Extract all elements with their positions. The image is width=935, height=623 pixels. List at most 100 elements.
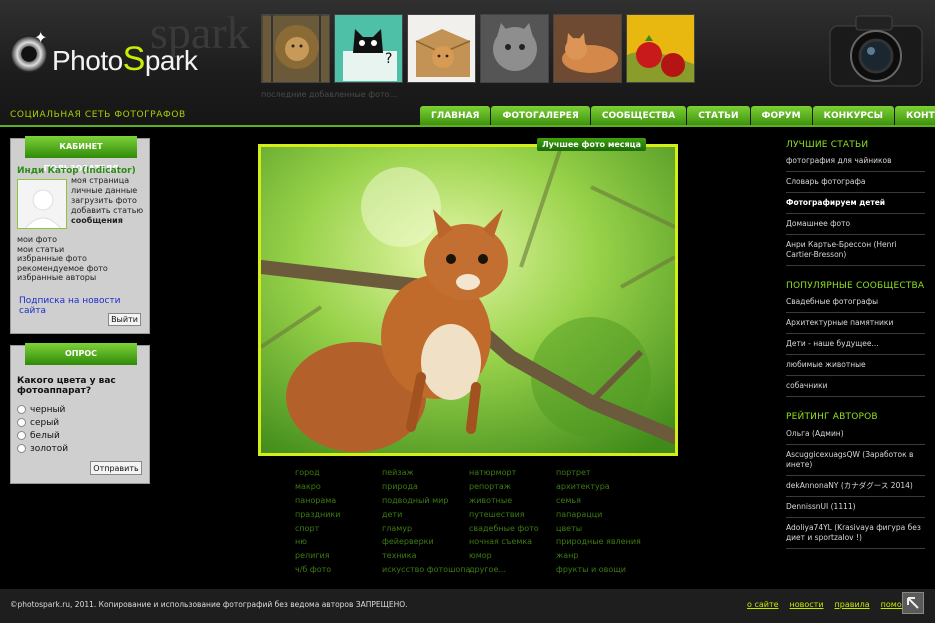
category-link[interactable]: техника	[382, 551, 469, 565]
category-links: город пейзаж натюрморт портрет макро при…	[295, 468, 643, 579]
squirrel-photo	[261, 147, 675, 453]
author-link[interactable]: DennissnUI (1111)	[786, 497, 925, 518]
category-link[interactable]: спорт	[295, 524, 382, 538]
user-name-link[interactable]: Инди Катор (Indicator)	[17, 166, 136, 176]
category-link[interactable]: папарацци	[556, 510, 643, 524]
author-link[interactable]: Adoliya74YL (Krasivaya фигура без диет и…	[786, 518, 925, 549]
category-link[interactable]: животные	[469, 496, 556, 510]
category-link[interactable]: подводный мир	[382, 496, 469, 510]
communities-list: Свадебные фотографы Архитектурные памятн…	[786, 292, 925, 397]
nav-tab-home[interactable]: ГЛАВНАЯ	[420, 106, 491, 126]
site-tagline: СОЦИАЛЬНАЯ СЕТЬ ФОТОГРАФОВ	[10, 110, 186, 120]
category-link[interactable]: натюрморт	[469, 468, 556, 482]
radio-button[interactable]	[17, 418, 26, 427]
category-link[interactable]: ч/б фото	[295, 565, 382, 579]
category-link[interactable]: макро	[295, 482, 382, 496]
category-link[interactable]: архитектура	[556, 482, 643, 496]
category-link[interactable]: природные явления	[556, 537, 643, 551]
copyright-text: ©photospark.ru, 2011. Копирование и испо…	[10, 600, 408, 609]
logout-button[interactable]: Выйти	[108, 313, 141, 326]
radio-button[interactable]	[17, 431, 26, 440]
logo-text: PhotoSpark	[52, 40, 198, 78]
nav-tab-forum[interactable]: ФОРУМ	[750, 106, 812, 126]
category-link[interactable]: цветы	[556, 524, 643, 538]
poll-submit-button[interactable]: Отправить	[90, 461, 142, 475]
community-link[interactable]: собачники	[786, 376, 925, 397]
scroll-top-button[interactable]	[902, 592, 924, 614]
recent-photo-cat-box[interactable]	[407, 14, 476, 83]
recent-photo-lion[interactable]	[261, 14, 330, 83]
author-link[interactable]: AscuggicexuagsQW (Заработок в инете)	[786, 445, 925, 476]
arrow-up-left-icon	[907, 597, 919, 609]
nav-divider	[0, 125, 935, 127]
link-my-page[interactable]: моя страница	[71, 176, 143, 186]
link-messages[interactable]: сообщения	[71, 216, 143, 226]
poll-option[interactable]: черный	[17, 403, 68, 416]
link-add-article[interactable]: добавить статью	[71, 206, 143, 216]
nav-tab-contacts[interactable]: КОНТАКТЫ	[894, 106, 935, 126]
user-links: моя страница личные данные загрузить фот…	[71, 176, 143, 226]
featured-photo[interactable]	[258, 144, 678, 456]
nav-tab-gallery[interactable]: ФОТОГАЛЕРЕЯ	[491, 106, 590, 126]
poll-question: Какого цвета у вас фотоаппарат?	[17, 376, 116, 396]
link-personal-data[interactable]: личные данные	[71, 186, 143, 196]
poll-option[interactable]: золотой	[17, 442, 68, 455]
nav-tab-articles[interactable]: СТАТЬИ	[687, 106, 750, 126]
category-link[interactable]: семья	[556, 496, 643, 510]
article-link[interactable]: Анри Картье-Брессон (Henri Cartier-Bress…	[786, 235, 925, 266]
article-link[interactable]: Словарь фотографа	[786, 172, 925, 193]
category-link[interactable]: дети	[382, 510, 469, 524]
recent-photo-grey-cat[interactable]	[480, 14, 549, 83]
category-link[interactable]: юмор	[469, 551, 556, 565]
category-link[interactable]: жанр	[556, 551, 643, 565]
category-link[interactable]: свадебные фото	[469, 524, 556, 538]
category-link[interactable]: ню	[295, 537, 382, 551]
community-link[interactable]: Свадебные фотографы	[786, 292, 925, 313]
category-link[interactable]: путешествия	[469, 510, 556, 524]
category-link[interactable]: портрет	[556, 468, 643, 482]
community-link[interactable]: Архитектурные памятники	[786, 313, 925, 334]
author-link[interactable]: dekAnnonaNY (カナダグース 2014)	[786, 476, 925, 497]
poll-option[interactable]: серый	[17, 416, 68, 429]
recent-photo-ginger-cat[interactable]	[553, 14, 622, 83]
category-link[interactable]: ночная съемка	[469, 537, 556, 551]
category-link[interactable]: пейзаж	[382, 468, 469, 482]
avatar[interactable]	[17, 179, 67, 229]
poll-option[interactable]: белый	[17, 429, 68, 442]
footer-link-about[interactable]: о сайте	[747, 600, 779, 609]
footer-link-news[interactable]: новости	[790, 600, 824, 609]
recent-photo-strawberries[interactable]	[626, 14, 695, 83]
link-upload-photo[interactable]: загрузить фото	[71, 196, 143, 206]
footer-link-rules[interactable]: правила	[835, 600, 870, 609]
category-link[interactable]: праздники	[295, 510, 382, 524]
category-link[interactable]: фейерверки	[382, 537, 469, 551]
recent-photo-cartoon-cat[interactable]: ?	[334, 14, 403, 83]
category-link[interactable]: другое...	[469, 565, 556, 579]
category-link[interactable]: природа	[382, 482, 469, 496]
category-link[interactable]: религия	[295, 551, 382, 565]
category-link[interactable]: гламур	[382, 524, 469, 538]
link-recommended-photo[interactable]: рекомендуемое фото	[17, 264, 108, 274]
link-favorite-photos[interactable]: избранные фото	[17, 254, 108, 264]
link-favorite-authors[interactable]: избранные авторы	[17, 273, 108, 283]
main-nav: ГЛАВНАЯ ФОТОГАЛЕРЕЯ СООБЩЕСТВА СТАТЬИ ФО…	[420, 106, 935, 126]
header: spark ✦ PhotoSpark ? последние добавленн…	[0, 0, 935, 126]
nav-tab-contests[interactable]: КОНКУРСЫ	[812, 106, 894, 126]
author-link[interactable]: Ольга (Админ)	[786, 424, 925, 445]
radio-button[interactable]	[17, 444, 26, 453]
category-link[interactable]: город	[295, 468, 382, 482]
link-my-articles[interactable]: мои статьи	[17, 245, 108, 255]
category-link[interactable]: фрукты и овощи	[556, 565, 643, 579]
site-logo[interactable]: ✦ PhotoSpark	[10, 28, 220, 88]
article-link[interactable]: Домашнее фото	[786, 214, 925, 235]
category-link[interactable]: искусство фотошопа	[382, 565, 470, 579]
category-link[interactable]: репортаж	[469, 482, 556, 496]
nav-tab-communities[interactable]: СООБЩЕСТВА	[590, 106, 687, 126]
category-link[interactable]: панорама	[295, 496, 382, 510]
radio-button[interactable]	[17, 405, 26, 414]
article-link[interactable]: фотография для чайников	[786, 151, 925, 172]
article-link[interactable]: Фотографируем детей	[786, 193, 925, 214]
community-link[interactable]: Дети - наше будущее...	[786, 334, 925, 355]
community-link[interactable]: любимые животные	[786, 355, 925, 376]
link-my-photos[interactable]: мои фото	[17, 235, 108, 245]
